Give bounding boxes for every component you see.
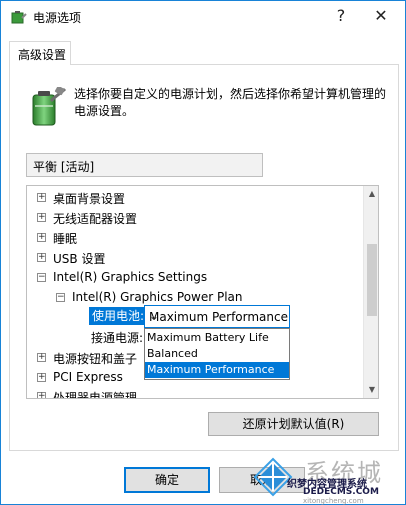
expand-icon[interactable]: + [37,353,46,362]
tree-item-label: 处理器电源管理 [53,391,138,399]
tree-item-label: PCI Express [53,370,123,384]
battery-icon [32,87,67,126]
chevron-down-icon: ⌄ [149,309,160,323]
expand-icon[interactable]: + [37,213,46,222]
option-maximum-performance[interactable]: Maximum Performance [145,362,289,378]
plugged-in-setting-label[interactable]: 接通电源: [91,329,143,346]
expand-icon[interactable]: + [37,193,46,202]
tree-item-label: 电源按钮和盖子 [53,352,138,366]
chevron-down-icon: ⌄ [33,157,44,171]
power-plan-dropdown: Maximum Battery Life Balanced Maximum Pe… [144,328,290,380]
expand-icon[interactable]: + [37,233,46,242]
title-bar[interactable]: 电源选项 ? ✕ [1,1,405,32]
tree-item-label: 无线适配器设置 [53,212,138,226]
watermark: 系统城 织梦内容管理系统 DEDECMS.COM xitongcheng.com [247,453,406,505]
expand-icon[interactable]: + [37,392,46,398]
collapse-icon[interactable]: − [56,293,65,302]
expand-icon[interactable]: + [37,373,46,382]
option-maximum-battery-life[interactable]: Maximum Battery Life [145,330,289,346]
tree-item-label: 睡眠 [53,232,78,246]
description-text: 选择你要自定义的电源计划，然后选择你希望计算机管理的电源设置。 [74,87,387,118]
expand-icon[interactable]: + [37,253,46,262]
power-options-icon [11,11,27,24]
tab-label: 高级设置 [18,48,67,62]
tab-advanced-settings[interactable]: 高级设置 [9,41,71,65]
scroll-thumb[interactable] [367,244,377,316]
close-icon[interactable]: ✕ [367,4,395,28]
watermark-url-text: DEDECMS.COM [303,487,379,497]
tree-item-label: Intel(R) Graphics Settings [53,270,208,284]
scroll-down-arrow-icon[interactable]: ▼ [364,382,378,398]
collapse-icon[interactable]: − [37,273,46,282]
restore-defaults-button[interactable]: 还原计划默认值(R) [208,412,379,436]
window-title: 电源选项 [33,11,82,25]
tree-item-label: USB 设置 [53,252,106,266]
watermark-small-text: xitongcheng.com [303,497,364,505]
power-plan-select[interactable]: 平衡 [活动] ⌄ [26,153,263,177]
option-balanced[interactable]: Balanced [145,346,289,362]
power-plan-combo[interactable]: Maximum Performance ⌄ [144,305,290,328]
on-battery-setting-label[interactable]: 使用电池: [89,307,148,325]
tree-item-label: Intel(R) Graphics Power Plan [72,290,243,304]
scroll-up-arrow-icon[interactable]: ▲ [364,186,378,202]
tree-scrollbar[interactable]: ▲ ▼ [363,186,378,398]
ok-button[interactable]: 确定 [124,467,210,493]
tree-item-label: 桌面背景设置 [53,192,126,206]
help-icon[interactable]: ? [329,4,353,28]
power-options-window: 电源选项 ? ✕ 高级设置 选择你要自定义的电源计划，然后选择你希望计算机管理的… [0,0,406,505]
